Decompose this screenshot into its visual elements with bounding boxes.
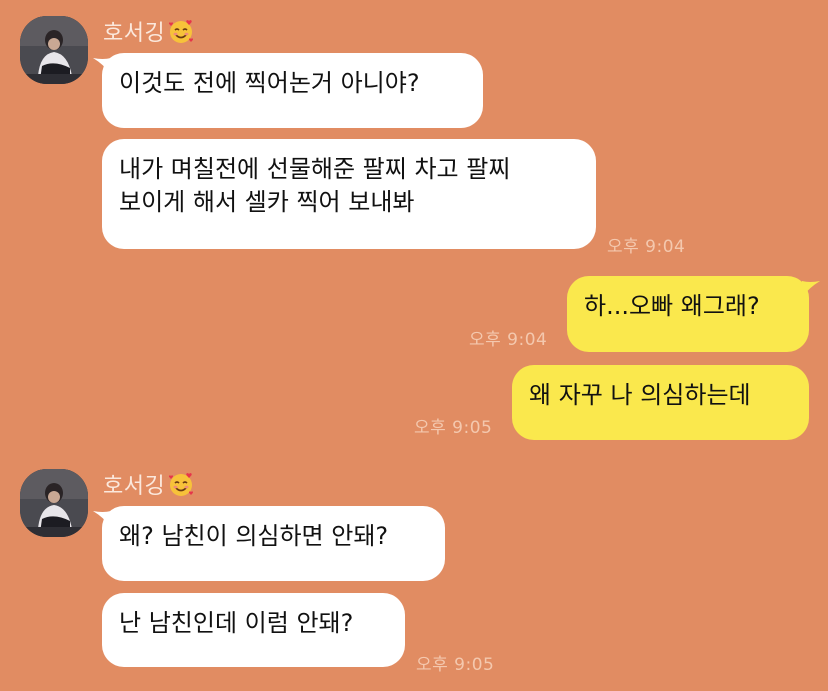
message-text: 왜 자꾸 나 의심하는데 xyxy=(529,381,751,409)
message-text-line: 보이게 해서 셀카 찍어 보내봐 xyxy=(119,188,415,216)
avatar-photo-icon xyxy=(20,469,88,537)
message-text-line: 내가 며칠전에 선물해준 팔찌 차고 팔찌 xyxy=(119,155,511,183)
message-timestamp: 오후 9:05 xyxy=(414,418,493,438)
outgoing-message-bubble[interactable]: 왜 자꾸 나 의심하는데 xyxy=(512,365,809,440)
incoming-message-bubble[interactable]: 난 남친인데 이럼 안돼? xyxy=(102,593,405,667)
message-text: 왜? 남친이 의심하면 안돼? xyxy=(119,522,389,550)
incoming-message-bubble[interactable]: 내가 며칠전에 선물해준 팔찌 차고 팔찌 보이게 해서 셀카 찍어 보내봐 xyxy=(102,139,596,249)
smiling-face-with-hearts-icon xyxy=(167,17,195,45)
outgoing-message-bubble[interactable]: 하...오빠 왜그래? xyxy=(567,276,809,352)
message-timestamp: 오후 9:05 xyxy=(416,655,495,675)
incoming-message-bubble[interactable]: 이것도 전에 찍어논거 아니야? xyxy=(102,53,483,128)
sender-header: 호서깅 xyxy=(103,469,195,499)
avatar[interactable] xyxy=(20,16,88,84)
message-timestamp: 오후 9:04 xyxy=(469,330,548,350)
sender-name: 호서깅 xyxy=(103,21,166,46)
message-timestamp: 오후 9:04 xyxy=(607,237,686,257)
avatar[interactable] xyxy=(20,469,88,537)
message-text: 난 남친인데 이럼 안돼? xyxy=(119,609,354,637)
sender-header: 호서깅 xyxy=(103,16,195,46)
message-text: 이것도 전에 찍어논거 아니야? xyxy=(119,69,420,97)
message-text: 하...오빠 왜그래? xyxy=(584,292,760,320)
smiling-face-with-hearts-icon xyxy=(167,470,195,498)
sender-name: 호서깅 xyxy=(103,474,166,499)
incoming-message-bubble[interactable]: 왜? 남친이 의심하면 안돼? xyxy=(102,506,445,581)
bubble-tail xyxy=(802,281,820,297)
avatar-photo-icon xyxy=(20,16,88,84)
